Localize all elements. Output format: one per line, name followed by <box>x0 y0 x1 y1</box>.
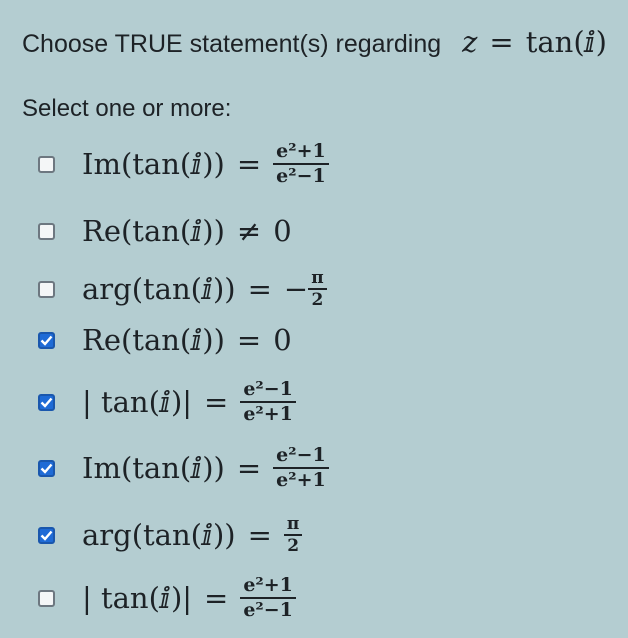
option-1-lhs: Im(tan(ⅈ)) <box>82 147 225 181</box>
option-4-lhs: Re(tan(ⅈ)) <box>82 323 225 357</box>
option-8-numerator: e²+1 <box>240 575 296 599</box>
option-7[interactable]: arg(tan(ⅈ)) = π 2 <box>38 510 303 560</box>
checkmark-icon <box>40 397 53 408</box>
checkmark-icon <box>40 335 53 346</box>
option-3-fraction: π 2 <box>308 269 327 310</box>
checkbox-option-3[interactable] <box>38 280 55 298</box>
option-3-numerator: π <box>308 269 327 290</box>
option-6-relation: = <box>236 451 262 485</box>
option-3-denominator: 2 <box>311 290 324 310</box>
option-2-formula: Re(tan(ⅈ)) ≠ 0 <box>82 213 292 249</box>
option-6[interactable]: Im(tan(ⅈ)) = e²−1 e²+1 <box>38 443 329 493</box>
option-5-lhs: | tan(ⅈ)| <box>82 385 193 419</box>
question-label: Choose TRUE statement(s) regarding <box>22 30 442 58</box>
option-8-relation: = <box>204 581 229 615</box>
option-8-denominator: e²−1 <box>243 599 293 621</box>
option-5-fraction: e²−1 e²+1 <box>240 379 296 425</box>
option-3-sign: − <box>283 272 309 306</box>
option-7-fraction: π 2 <box>283 515 303 556</box>
option-2-rhs: 0 <box>273 214 292 248</box>
option-7-denominator: 2 <box>287 536 300 556</box>
option-2-relation: ≠ <box>236 214 262 248</box>
checkbox-option-6[interactable] <box>38 459 55 477</box>
checkmark-icon <box>40 463 53 474</box>
option-5-denominator: e²+1 <box>243 403 293 425</box>
option-3-relation: = <box>247 272 272 306</box>
option-1-formula: Im(tan(ⅈ)) = e²+1 e²−1 <box>82 141 329 187</box>
option-6-fraction: e²−1 e²+1 <box>273 445 329 491</box>
option-1-denominator: e²−1 <box>276 165 326 187</box>
option-2-lhs: Re(tan(ⅈ)) <box>82 214 225 248</box>
option-6-formula: Im(tan(ⅈ)) = e²−1 e²+1 <box>82 445 329 491</box>
checkbox-option-4[interactable] <box>38 331 55 349</box>
question-variable: z <box>462 25 478 59</box>
option-7-numerator: π <box>283 515 303 536</box>
option-5-formula: | tan(ⅈ)| = e²−1 e²+1 <box>82 379 296 425</box>
option-6-denominator: e²+1 <box>276 469 326 491</box>
question-equals: = <box>489 25 514 59</box>
option-4-relation: = <box>236 323 262 357</box>
option-6-lhs: Im(tan(ⅈ)) <box>82 451 225 485</box>
instruction-text: Select one or more: <box>22 95 232 122</box>
option-5-numerator: e²−1 <box>240 379 296 403</box>
option-1-relation: = <box>236 147 262 181</box>
option-6-numerator: e²−1 <box>273 445 329 469</box>
checkbox-option-1[interactable] <box>38 155 55 173</box>
option-1[interactable]: Im(tan(ⅈ)) = e²+1 e²−1 <box>38 139 329 189</box>
option-1-fraction: e²+1 e²−1 <box>273 141 329 187</box>
checkbox-option-8[interactable] <box>38 589 55 607</box>
option-7-lhs: arg(tan(ⅈ)) <box>82 518 236 552</box>
option-2[interactable]: Re(tan(ⅈ)) ≠ 0 <box>38 206 292 256</box>
option-7-formula: arg(tan(ⅈ)) = π 2 <box>82 515 303 556</box>
option-8-formula: | tan(ⅈ)| = e²+1 e²−1 <box>82 575 296 621</box>
option-3[interactable]: arg(tan(ⅈ)) = − π 2 <box>38 264 327 314</box>
option-1-numerator: e²+1 <box>273 141 329 165</box>
question-text: Choose TRUE statement(s) regarding z = t… <box>22 24 618 60</box>
option-8[interactable]: | tan(ⅈ)| = e²+1 e²−1 <box>38 573 296 623</box>
checkmark-icon <box>40 530 53 541</box>
option-8-fraction: e²+1 e²−1 <box>240 575 296 621</box>
option-4[interactable]: Re(tan(ⅈ)) = 0 <box>38 315 292 365</box>
option-3-lhs: arg(tan(ⅈ)) <box>82 272 236 306</box>
checkbox-option-2[interactable] <box>38 222 55 240</box>
checkbox-option-5[interactable] <box>38 393 55 411</box>
option-8-lhs: | tan(ⅈ)| <box>82 581 193 615</box>
checkbox-option-7[interactable] <box>38 526 55 544</box>
option-5-relation: = <box>204 385 229 419</box>
option-4-formula: Re(tan(ⅈ)) = 0 <box>82 322 292 358</box>
option-7-relation: = <box>247 518 272 552</box>
option-3-formula: arg(tan(ⅈ)) = − π 2 <box>82 269 327 309</box>
question-expression: tan(ⅈ) <box>525 25 607 59</box>
option-5[interactable]: | tan(ⅈ)| = e²−1 e²+1 <box>38 377 296 427</box>
option-4-rhs: 0 <box>273 323 292 357</box>
question-formula: z = tan(ⅈ) <box>462 24 607 60</box>
